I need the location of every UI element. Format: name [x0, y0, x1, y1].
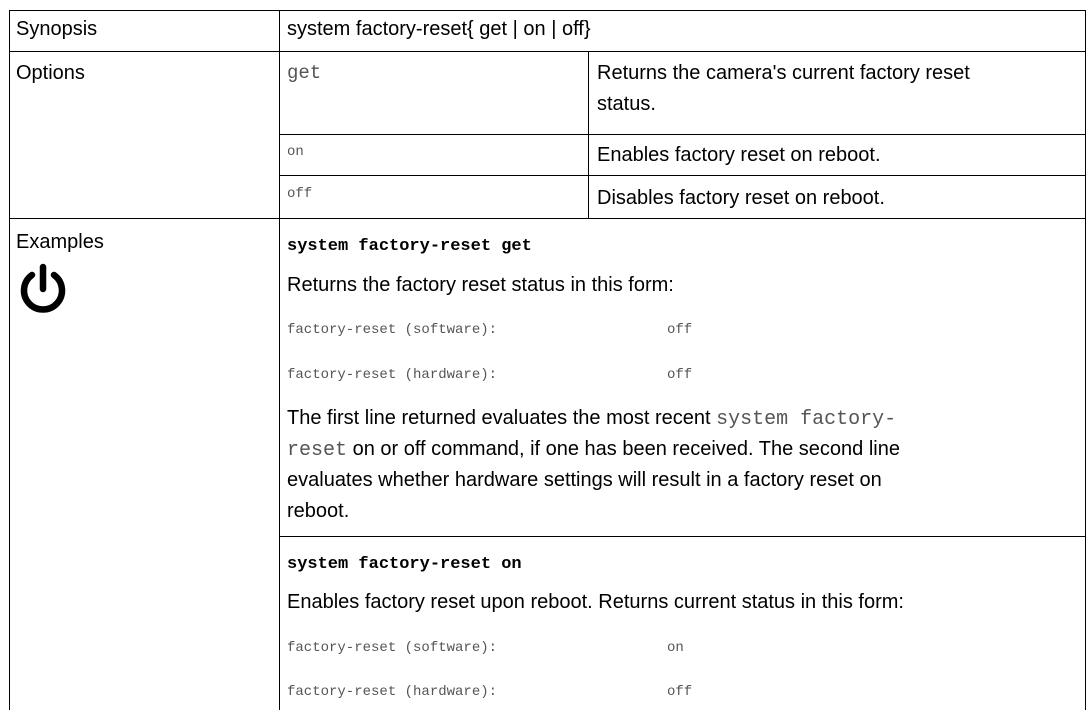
note-text: on or off command, if one has been recei… [347, 438, 900, 460]
options-label: Options [16, 62, 85, 84]
option-arg-get: get [287, 62, 322, 84]
note-line-4: reboot. [287, 500, 350, 522]
output-line-value: on [667, 640, 684, 656]
output-line-key: factory-reset (software): [287, 322, 498, 338]
table-border-left [9, 10, 10, 710]
power-icon [17, 263, 69, 315]
output-line-key: factory-reset (software): [287, 640, 498, 656]
command-reference-table: Synopsis system factory-reset{ get | on … [0, 0, 1086, 710]
column-divider [588, 51, 589, 218]
column-divider [279, 10, 280, 710]
row-divider [279, 175, 1086, 176]
output-line-key: factory-reset (hardware): [287, 684, 498, 700]
output-line-value: off [667, 367, 693, 383]
row-divider [9, 218, 1086, 219]
example-command: system factory-reset get [287, 237, 532, 256]
option-desc-get-line1: Returns the camera's current factory res… [597, 62, 970, 84]
output-line-value: off [667, 684, 693, 700]
option-desc-on: Enables factory reset on reboot. [597, 144, 881, 166]
option-desc-off: Disables factory reset on reboot. [597, 187, 885, 209]
note-line-1: The first line returned evaluates the mo… [287, 403, 896, 435]
synopsis-value: system factory-reset{ get | on | off} [287, 18, 591, 40]
row-divider [279, 134, 1086, 135]
inline-code: reset [287, 439, 348, 462]
row-divider [279, 536, 1086, 537]
option-desc-get-line2: status. [597, 93, 656, 115]
example-command: system factory-reset on [287, 555, 522, 574]
output-line-key: factory-reset (hardware): [287, 367, 498, 383]
option-arg-off: off [287, 186, 313, 202]
examples-label: Examples [16, 231, 104, 253]
example-intro: Returns the factory reset status in this… [287, 274, 674, 296]
note-text: The first line returned evaluates the mo… [287, 407, 717, 429]
note-line-2: reset on or off command, if one has been… [287, 434, 900, 466]
output-line-value: off [667, 322, 693, 338]
table-border-top [9, 10, 1086, 11]
note-line-3: evaluates whether hardware settings will… [287, 469, 882, 491]
row-divider [9, 51, 1086, 52]
inline-code: system factory- [716, 408, 897, 431]
example-intro: Enables factory reset upon reboot. Retur… [287, 591, 904, 613]
option-arg-on: on [287, 144, 304, 160]
synopsis-label: Synopsis [16, 18, 98, 40]
